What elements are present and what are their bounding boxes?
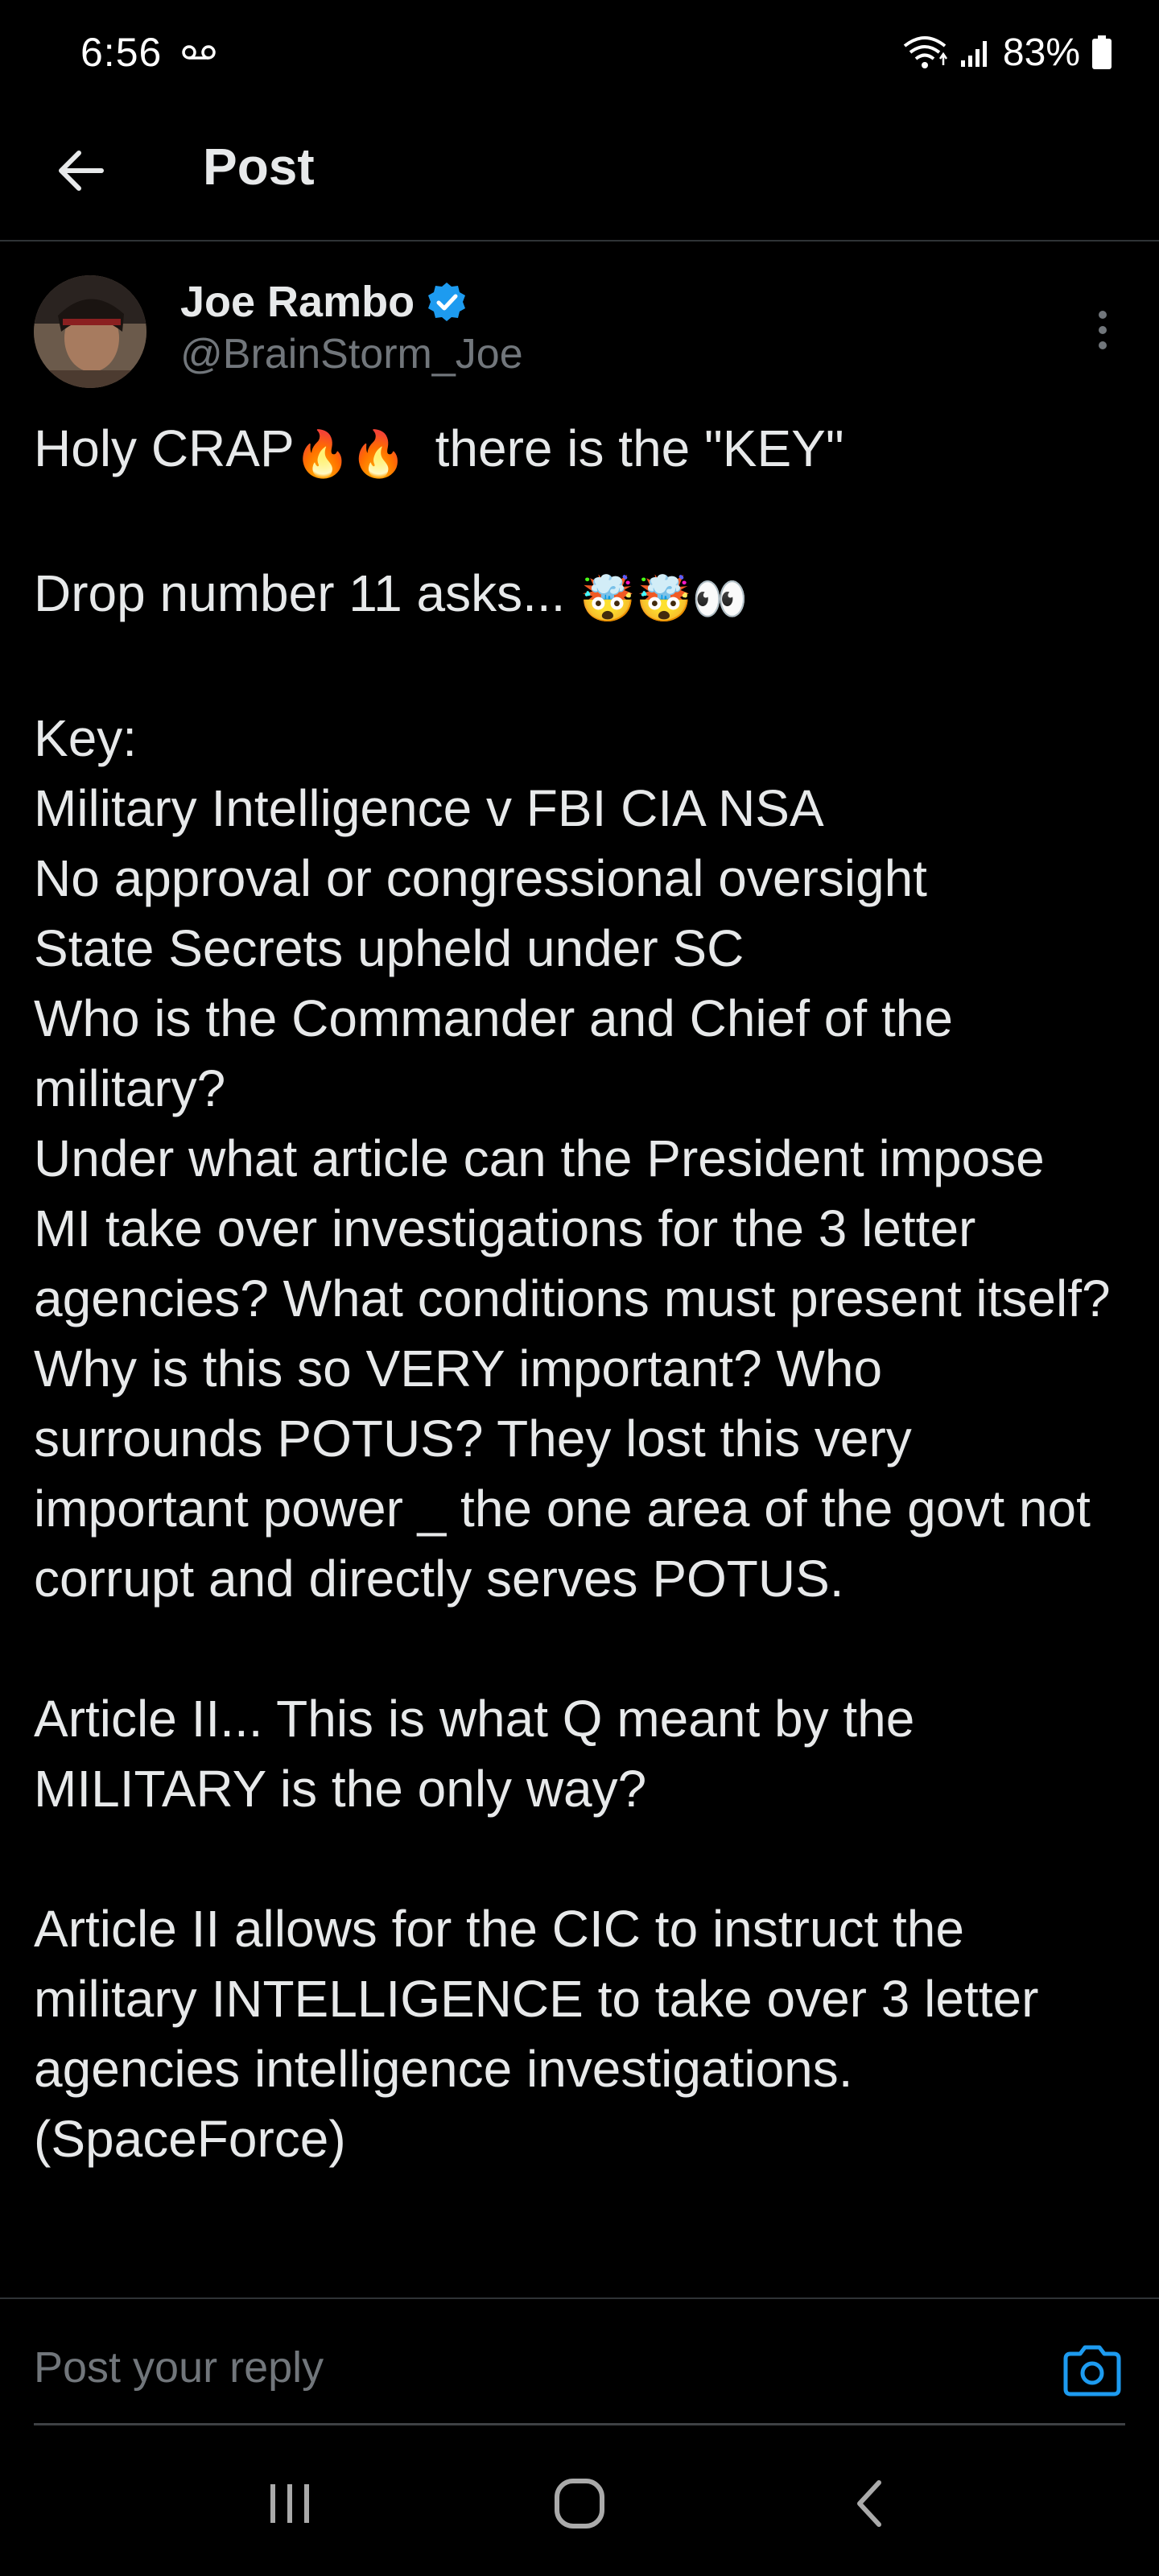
more-vertical-icon bbox=[1099, 311, 1107, 349]
post-paragraph: Article II... This is what Q meant by th… bbox=[34, 1690, 915, 1818]
post-text-line: Who is the Commander and Chief of the mi… bbox=[34, 989, 953, 1117]
post-paragraph: Holy CRAP🔥🔥 there is the "KEY" bbox=[34, 414, 1112, 489]
recent-apps-button[interactable] bbox=[241, 2455, 338, 2552]
home-icon bbox=[555, 2479, 604, 2529]
post-text-line: Military Intelligence v FBI CIA NSA bbox=[34, 779, 824, 837]
battery-icon bbox=[1092, 35, 1112, 69]
page-title: Post bbox=[203, 138, 315, 196]
camera-icon bbox=[1063, 2345, 1121, 2396]
author-name-row: Joe Rambo bbox=[180, 277, 468, 327]
post-text-line: State Secrets upheld under SC bbox=[34, 919, 744, 977]
camera-button[interactable] bbox=[1061, 2344, 1124, 2397]
avatar-image bbox=[34, 275, 146, 388]
status-left: 6:56 bbox=[80, 29, 217, 76]
author-handle[interactable]: @BrainStorm_Joe bbox=[180, 330, 523, 378]
top-app-bar: Post bbox=[0, 105, 1159, 242]
status-bar: 6:56 83% bbox=[0, 0, 1159, 105]
more-options-button[interactable] bbox=[1079, 298, 1127, 362]
verified-badge-icon bbox=[428, 283, 466, 321]
voicemail-icon bbox=[182, 45, 217, 60]
mind-blown-eyes-emoji: 🤯🤯👀 bbox=[580, 573, 749, 624]
post-text-line: Drop number 11 asks... bbox=[34, 564, 580, 622]
battery-percent: 83% bbox=[1002, 31, 1080, 74]
post-paragraph: Drop number 11 asks... 🤯🤯👀 bbox=[34, 559, 1112, 634]
post-paragraph: Article II allows for the CIC to instruc… bbox=[34, 1900, 1039, 2168]
status-right: 83% bbox=[901, 31, 1112, 75]
reply-composer: Post your reply bbox=[0, 2297, 1159, 2426]
post-text-line: Key: bbox=[34, 709, 138, 767]
home-button[interactable] bbox=[531, 2455, 628, 2552]
recent-apps-icon bbox=[270, 2484, 309, 2523]
back-button[interactable] bbox=[48, 138, 113, 203]
reply-underline bbox=[34, 2423, 1125, 2425]
post-text-line: Holy CRAP bbox=[34, 419, 295, 477]
status-time: 6:56 bbox=[80, 30, 163, 75]
post-text: Holy CRAP🔥🔥 there is the "KEY" Drop numb… bbox=[34, 414, 1112, 2174]
nav-back-button[interactable] bbox=[821, 2455, 918, 2552]
arrow-left-icon bbox=[59, 151, 104, 191]
wifi-icon bbox=[903, 36, 947, 68]
system-nav-bar bbox=[0, 2431, 1159, 2576]
post-text-line: No approval or congressional oversight bbox=[34, 849, 927, 907]
fire-emoji: 🔥🔥 bbox=[294, 428, 407, 479]
back-icon bbox=[857, 2480, 881, 2527]
signal-icon bbox=[960, 41, 987, 67]
avatar[interactable] bbox=[34, 275, 146, 388]
post-paragraph: Key: Military Intelligence v FBI CIA NSA… bbox=[34, 704, 1112, 1614]
reply-input[interactable]: Post your reply bbox=[34, 2343, 1000, 2407]
post-text-line: Under what article can the President imp… bbox=[34, 1129, 1111, 1608]
post-text-line: there is the "KEY" bbox=[406, 419, 844, 477]
author-name[interactable]: Joe Rambo bbox=[180, 277, 415, 327]
